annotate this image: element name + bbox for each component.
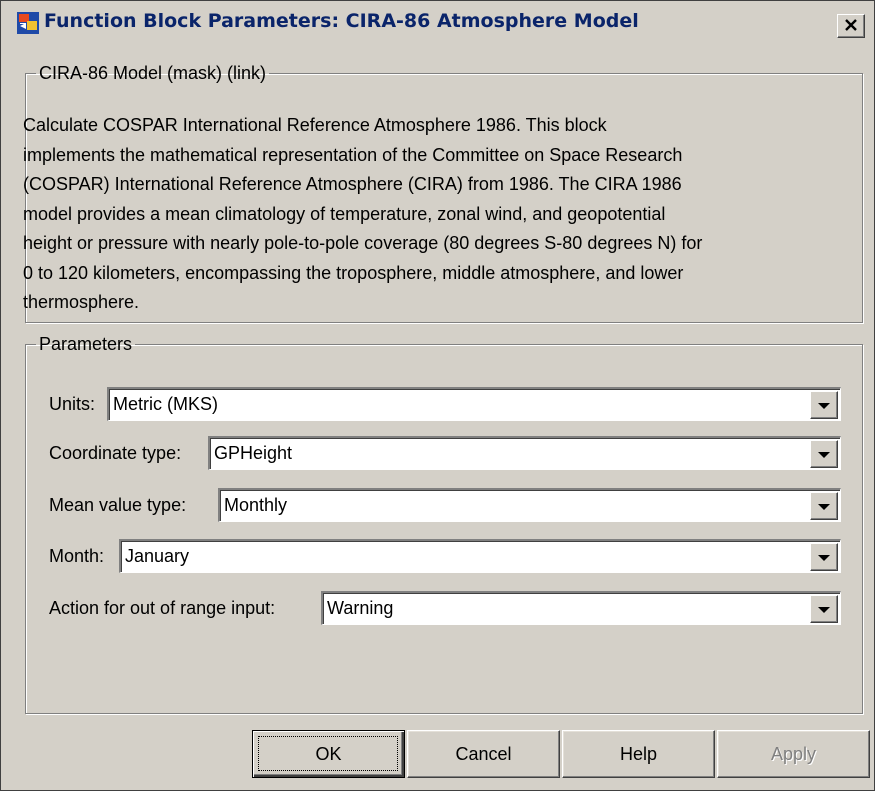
close-icon bbox=[844, 16, 858, 37]
chevron-down-icon bbox=[818, 504, 830, 510]
mean-value-type-label: Mean value type: bbox=[49, 494, 187, 515]
chevron-down-icon bbox=[818, 607, 830, 613]
units-label: Units: bbox=[49, 393, 96, 414]
action-dropdown-button[interactable] bbox=[810, 595, 838, 623]
window-title: Function Block Parameters: CIRA-86 Atmos… bbox=[44, 10, 639, 32]
description-line: (COSPAR) International Reference Atmosph… bbox=[23, 174, 682, 194]
simulink-block-icon bbox=[17, 12, 39, 34]
dialog-window: Function Block Parameters: CIRA-86 Atmos… bbox=[0, 0, 875, 791]
units-dropdown-button[interactable] bbox=[810, 391, 838, 419]
action-select[interactable]: Warning bbox=[321, 591, 841, 625]
coordinate-type-label: Coordinate type: bbox=[49, 442, 182, 463]
focus-ring bbox=[258, 736, 398, 771]
coordinate-type-row: Coordinate type: bbox=[49, 437, 183, 469]
ok-button[interactable]: OK bbox=[252, 730, 405, 778]
mean-value-type-select[interactable]: Monthly bbox=[218, 488, 841, 522]
description-legend: CIRA-86 Model (mask) (link) bbox=[39, 63, 267, 83]
parameters-legend: Parameters bbox=[39, 334, 133, 354]
action-label: Action for out of range input: bbox=[49, 597, 276, 618]
mean-value-type-row: Mean value type: bbox=[49, 489, 188, 521]
chevron-down-icon bbox=[818, 555, 830, 561]
description-line: height or pressure with nearly pole-to-p… bbox=[23, 233, 703, 253]
cancel-button[interactable]: Cancel bbox=[407, 730, 560, 778]
coordinate-type-dropdown-button[interactable] bbox=[810, 440, 838, 468]
description-line: implements the mathematical representati… bbox=[23, 144, 683, 165]
coordinate-type-value: GPHeight bbox=[214, 443, 293, 463]
action-value: Warning bbox=[327, 598, 394, 618]
cancel-button-label: Cancel bbox=[455, 743, 512, 764]
title-bar[interactable]: Function Block Parameters: CIRA-86 Atmos… bbox=[1, 1, 874, 41]
close-button[interactable] bbox=[837, 14, 865, 38]
units-select[interactable]: Metric (MKS) bbox=[107, 387, 841, 421]
mean-value-type-value: Monthly bbox=[224, 495, 288, 515]
description-line: thermosphere. bbox=[23, 292, 140, 312]
coordinate-type-select[interactable]: GPHeight bbox=[208, 436, 841, 470]
help-button[interactable]: Help bbox=[562, 730, 715, 778]
chevron-down-icon bbox=[818, 452, 830, 458]
units-row: Units: bbox=[49, 388, 97, 420]
month-dropdown-button[interactable] bbox=[810, 543, 838, 571]
month-label: Month: bbox=[49, 545, 105, 566]
mean-value-type-dropdown-button[interactable] bbox=[810, 492, 838, 520]
description-line: 0 to 120 kilometers, encompassing the tr… bbox=[23, 262, 684, 283]
block-description: Calculate COSPAR International Reference… bbox=[23, 111, 853, 318]
units-value: Metric (MKS) bbox=[113, 394, 218, 414]
month-value: January bbox=[125, 546, 190, 566]
month-select[interactable]: January bbox=[119, 539, 841, 573]
apply-button: Apply bbox=[717, 730, 870, 778]
description-line: Calculate COSPAR International Reference… bbox=[23, 115, 607, 135]
month-row: Month: bbox=[49, 540, 106, 572]
chevron-down-icon bbox=[818, 403, 830, 409]
help-button-label: Help bbox=[619, 743, 658, 764]
action-row: Action for out of range input: bbox=[49, 592, 277, 624]
description-line: model provides a mean climatology of tem… bbox=[23, 203, 666, 224]
apply-button-label: Apply bbox=[770, 743, 817, 764]
